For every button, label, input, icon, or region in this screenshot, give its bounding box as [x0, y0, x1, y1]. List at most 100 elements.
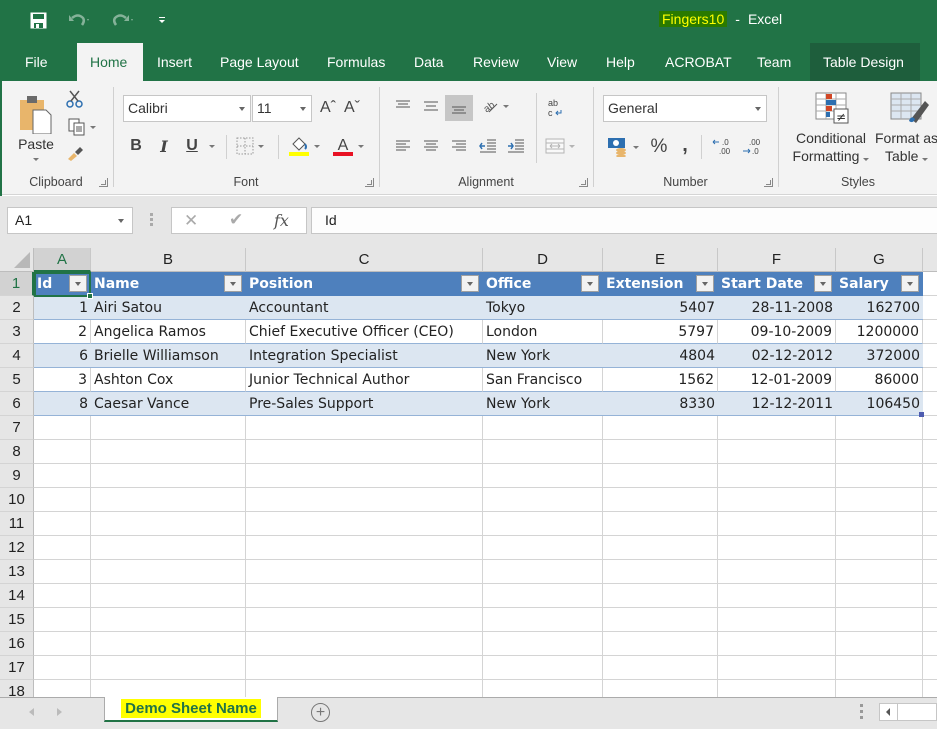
table-cell[interactable]: Chief Executive Officer (CEO) — [246, 320, 483, 344]
cell[interactable] — [923, 608, 937, 632]
table-cell[interactable]: Junior Technical Author — [246, 368, 483, 392]
cell[interactable] — [603, 488, 718, 512]
cell[interactable] — [603, 608, 718, 632]
scroll-sheets-left-icon[interactable] — [29, 708, 34, 716]
tab-split-handle[interactable] — [860, 704, 863, 720]
cell[interactable] — [246, 440, 483, 464]
cell[interactable] — [91, 512, 246, 536]
cell[interactable] — [91, 440, 246, 464]
formula-bar-grip[interactable] — [150, 213, 153, 227]
undo-icon[interactable] — [62, 10, 96, 30]
cell[interactable] — [923, 584, 937, 608]
cell[interactable] — [718, 608, 836, 632]
cell[interactable] — [483, 680, 603, 697]
cell[interactable] — [923, 392, 937, 416]
cell[interactable] — [91, 416, 246, 440]
cell[interactable] — [483, 560, 603, 584]
tab-formulas[interactable]: Formulas — [314, 43, 398, 81]
cell[interactable] — [246, 488, 483, 512]
tab-data[interactable]: Data — [401, 43, 457, 81]
cell[interactable] — [923, 560, 937, 584]
cell[interactable] — [603, 656, 718, 680]
cell[interactable] — [246, 416, 483, 440]
row-header-9[interactable]: 9 — [0, 464, 34, 488]
row-header-16[interactable]: 16 — [0, 632, 34, 656]
orientation-button[interactable]: ab — [478, 95, 512, 117]
cell[interactable] — [483, 656, 603, 680]
underline-button[interactable]: U — [182, 135, 202, 157]
cell[interactable] — [483, 536, 603, 560]
font-name-dropdown[interactable]: Calibri — [123, 95, 251, 122]
cell[interactable] — [718, 416, 836, 440]
row-header-4[interactable]: 4 — [0, 344, 34, 368]
cell[interactable] — [603, 512, 718, 536]
paste-button[interactable]: Paste — [14, 87, 58, 167]
cell[interactable] — [91, 656, 246, 680]
cell[interactable] — [836, 536, 923, 560]
cell[interactable] — [91, 632, 246, 656]
cell[interactable] — [483, 584, 603, 608]
filter-dropdown-icon[interactable] — [224, 275, 242, 292]
table-cell[interactable]: Accountant — [246, 296, 483, 320]
cell[interactable] — [923, 512, 937, 536]
cell[interactable] — [923, 344, 937, 368]
wrap-text-button[interactable]: ab c — [542, 95, 568, 121]
scroll-sheets-right-icon[interactable] — [57, 708, 62, 716]
row-header-3[interactable]: 3 — [0, 320, 34, 344]
cell[interactable] — [718, 632, 836, 656]
table-cell[interactable]: 8330 — [603, 392, 718, 416]
cell[interactable] — [483, 632, 603, 656]
cell[interactable] — [923, 488, 937, 512]
table-cell[interactable]: Airi Satou — [91, 296, 246, 320]
cell[interactable] — [603, 440, 718, 464]
table-cell[interactable]: London — [483, 320, 603, 344]
decrease-indent-button[interactable] — [477, 135, 499, 157]
copy-button[interactable] — [64, 117, 100, 137]
tab-file[interactable]: File — [12, 43, 61, 81]
table-cell[interactable]: 4804 — [603, 344, 718, 368]
tab-view[interactable]: View — [534, 43, 590, 81]
cell[interactable] — [836, 464, 923, 488]
cell[interactable] — [34, 464, 91, 488]
cell[interactable] — [923, 272, 937, 296]
table-cell[interactable]: Integration Specialist — [246, 344, 483, 368]
table-cell[interactable]: Pre-Sales Support — [246, 392, 483, 416]
cell[interactable] — [836, 560, 923, 584]
format-as-table-button[interactable]: Format as Table — [875, 91, 937, 171]
cell[interactable] — [603, 416, 718, 440]
cell[interactable] — [836, 608, 923, 632]
cell[interactable] — [603, 680, 718, 697]
filter-dropdown-icon[interactable] — [69, 275, 87, 292]
scroll-left-icon[interactable] — [880, 704, 898, 720]
number-launcher-icon[interactable] — [764, 178, 773, 187]
table-cell[interactable]: Tokyo — [483, 296, 603, 320]
alignment-launcher-icon[interactable] — [579, 178, 588, 187]
cell[interactable] — [923, 440, 937, 464]
sheet-tab-demo[interactable]: Demo Sheet Name — [104, 697, 278, 722]
cell[interactable] — [34, 560, 91, 584]
cell[interactable] — [483, 464, 603, 488]
row-header-15[interactable]: 15 — [0, 608, 34, 632]
cell[interactable] — [483, 416, 603, 440]
table-cell[interactable]: New York — [483, 392, 603, 416]
cell[interactable] — [34, 632, 91, 656]
table-cell[interactable]: San Francisco — [483, 368, 603, 392]
table-resize-handle[interactable] — [919, 412, 924, 417]
tab-acrobat[interactable]: ACROBAT — [652, 43, 745, 81]
table-header-extension[interactable]: Extension — [603, 272, 718, 296]
cell[interactable] — [91, 536, 246, 560]
row-header-11[interactable]: 11 — [0, 512, 34, 536]
cell[interactable] — [836, 656, 923, 680]
percent-button[interactable]: % — [648, 135, 670, 159]
table-cell[interactable]: 3 — [34, 368, 91, 392]
cell[interactable] — [91, 608, 246, 632]
decrease-font-size-button[interactable]: Aˇ — [342, 97, 362, 119]
enter-icon[interactable]: ✔ — [229, 210, 243, 230]
row-header-10[interactable]: 10 — [0, 488, 34, 512]
tab-page-layout[interactable]: Page Layout — [207, 43, 312, 81]
table-header-name[interactable]: Name — [91, 272, 246, 296]
table-cell[interactable]: Caesar Vance — [91, 392, 246, 416]
cell[interactable] — [923, 656, 937, 680]
cell[interactable] — [91, 680, 246, 697]
row-header-6[interactable]: 6 — [0, 392, 34, 416]
